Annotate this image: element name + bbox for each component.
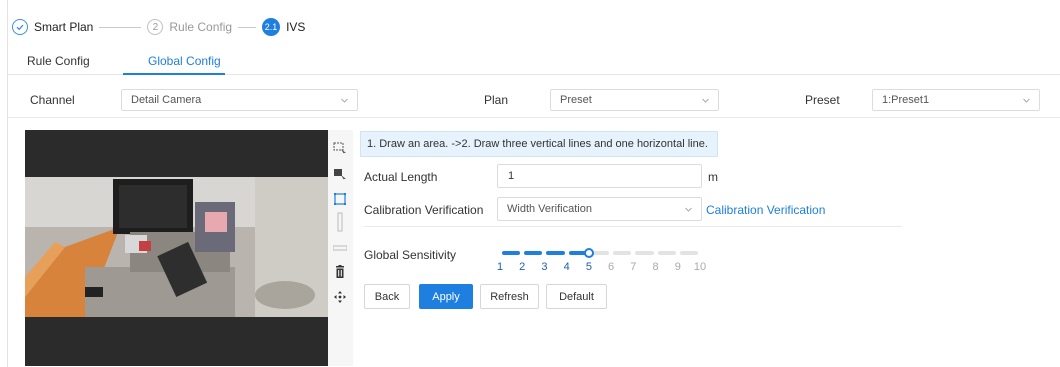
back-button[interactable]: Back: [364, 284, 410, 309]
channel-label: Channel: [30, 93, 75, 107]
sensitivity-tick[interactable]: 8: [647, 261, 665, 273]
slider-segment[interactable]: [679, 251, 698, 255]
step-label-rule-config[interactable]: Rule Config: [169, 20, 232, 34]
sensitivity-tick[interactable]: 9: [669, 261, 687, 273]
channel-select[interactable]: Detail Camera: [121, 89, 358, 111]
sensitivity-tick[interactable]: 1: [491, 261, 509, 273]
plan-select[interactable]: Preset: [550, 89, 719, 111]
slider-segment[interactable]: [546, 251, 565, 255]
refresh-button[interactable]: Refresh: [480, 284, 539, 309]
chevron-down-icon: [685, 206, 692, 213]
wizard-stepper: Smart Plan 2 Rule Config 2.1 IVS: [12, 17, 305, 37]
filter-row: Channel Detail Camera Plan Preset Preset…: [8, 80, 1060, 118]
section-divider: [364, 226, 902, 227]
step-number-2: 2: [147, 19, 164, 35]
slider-segment[interactable]: [635, 251, 654, 255]
video-preview[interactable]: [25, 130, 328, 366]
chevron-down-icon: [702, 97, 709, 104]
calibration-select-value: Width Verification: [507, 203, 592, 215]
plan-select-value: Preset: [560, 94, 592, 106]
calibration-verification-label: Calibration Verification: [364, 203, 484, 217]
horizontal-line-icon[interactable]: [332, 241, 348, 255]
drawing-hint: 1. Draw an area. ->2. Draw three vertica…: [360, 131, 718, 157]
tab-global-config[interactable]: Global Config: [148, 54, 221, 68]
chevron-down-icon: [1023, 97, 1030, 104]
apply-button[interactable]: Apply: [419, 284, 473, 309]
step-connector: [238, 26, 257, 28]
sensitivity-tick-labels: 1 2 3 4 5 6 7 8 9 10: [497, 261, 706, 275]
step-label-smart-plan[interactable]: Smart Plan: [34, 20, 93, 34]
drawing-hint-text: 1. Draw an area. ->2. Draw three vertica…: [367, 138, 708, 150]
slider-segment[interactable]: [502, 251, 521, 255]
tab-rule-config[interactable]: Rule Config: [27, 54, 90, 68]
step-done-check-icon: [12, 19, 28, 35]
chevron-down-icon: [341, 97, 348, 104]
delete-icon[interactable]: [333, 265, 347, 279]
sensitivity-tick[interactable]: 3: [535, 261, 553, 273]
calibration-verification-link[interactable]: Calibration Verification: [706, 203, 825, 217]
draw-rule-icon[interactable]: [333, 167, 347, 181]
sensitivity-tick[interactable]: 7: [624, 261, 642, 273]
preset-select-value: 1:Preset1: [882, 94, 930, 106]
slider-knob[interactable]: [583, 248, 594, 258]
global-sensitivity-label: Global Sensitivity: [364, 248, 457, 262]
length-unit: m: [708, 170, 718, 184]
sensitivity-tick[interactable]: 4: [558, 261, 576, 273]
draw-rectangle-icon[interactable]: [333, 192, 347, 206]
vertical-line-icon[interactable]: [333, 212, 347, 232]
drawing-toolbar: [328, 130, 353, 366]
camera-image: [25, 177, 328, 317]
move-icon[interactable]: [333, 290, 347, 304]
preset-select[interactable]: 1:Preset1: [872, 89, 1040, 111]
slider-segment[interactable]: [524, 251, 543, 255]
step-number-2-1: 2.1: [262, 18, 281, 36]
step-label-ivs[interactable]: IVS: [286, 20, 305, 34]
slider-segment[interactable]: [657, 251, 676, 255]
actual-length-value: 1: [508, 170, 515, 182]
step-connector: [99, 26, 142, 28]
sensitivity-tick[interactable]: 10: [691, 261, 709, 273]
sensitivity-tick[interactable]: 5: [580, 261, 598, 273]
plan-label: Plan: [484, 93, 509, 107]
global-sensitivity-slider[interactable]: 1 2 3 4 5 6 7 8 9 10: [497, 248, 706, 275]
actual-length-input[interactable]: 1: [497, 164, 702, 188]
actual-length-label: Actual Length: [364, 170, 438, 184]
preset-label: Preset: [805, 93, 840, 107]
calibration-verification-select[interactable]: Width Verification: [497, 197, 702, 221]
sensitivity-tick[interactable]: 6: [602, 261, 620, 273]
channel-select-value: Detail Camera: [131, 94, 202, 106]
default-button[interactable]: Default: [546, 284, 607, 309]
active-tab-indicator: [123, 73, 225, 75]
config-tabs: Rule Config Global Config: [8, 45, 1060, 75]
select-area-icon[interactable]: [333, 141, 347, 155]
slider-segment[interactable]: [613, 251, 632, 255]
sensitivity-tick[interactable]: 2: [513, 261, 531, 273]
